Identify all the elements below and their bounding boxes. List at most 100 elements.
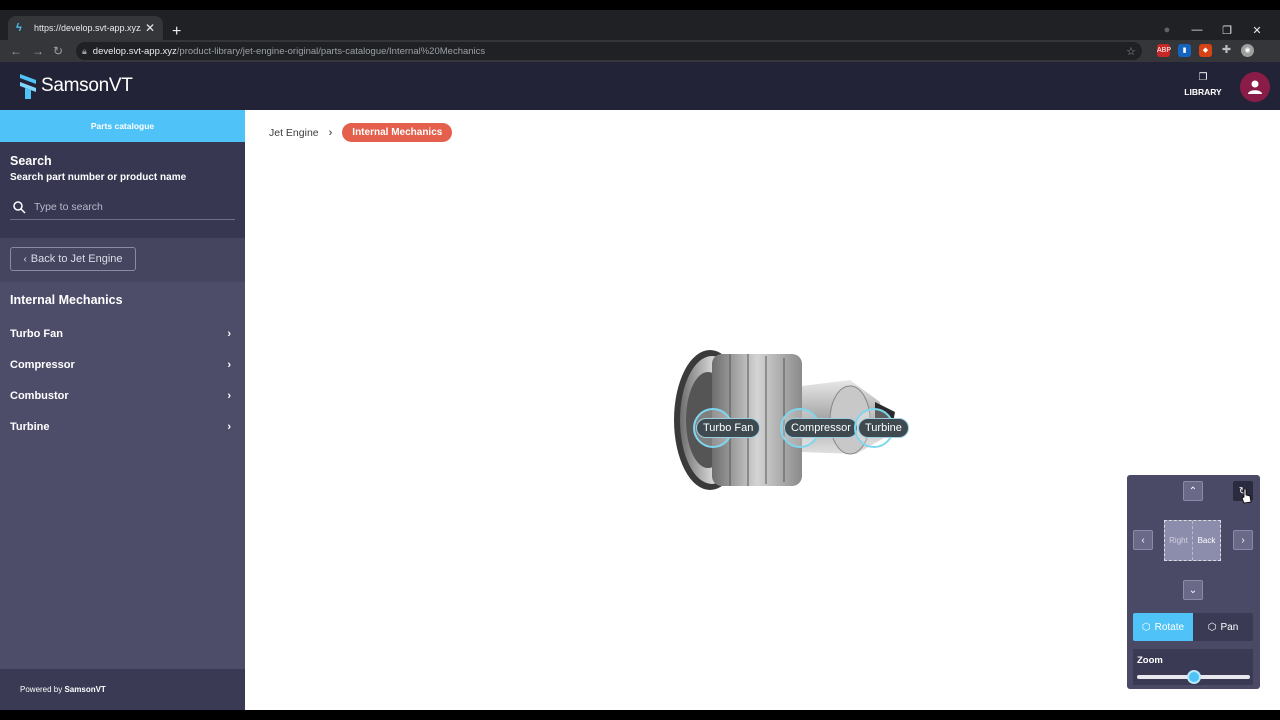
hotspot-turbine[interactable]: Turbine xyxy=(854,408,909,448)
window-controls: ● — ❐ ✕ xyxy=(1152,24,1272,37)
browser-tab-bar: ϟ https://develop.svt-app.xyz/prod ✕ + ●… xyxy=(0,10,1280,40)
hotspot-turbo-fan[interactable]: Turbo Fan xyxy=(693,408,761,448)
cube-face-right[interactable]: Right xyxy=(1165,521,1193,560)
breadcrumb-jet-engine[interactable]: Jet Engine xyxy=(269,127,319,139)
adblock-extension-icon[interactable]: ABP xyxy=(1157,44,1171,57)
section-title: Internal Mechanics xyxy=(10,293,123,307)
samsonvt-logo[interactable]: SamsonVT xyxy=(18,72,133,100)
footer-prefix: Powered by xyxy=(20,685,65,694)
library-button[interactable]: ❐ LIBRARY xyxy=(1180,72,1226,102)
samsonvt-logo-mark-icon xyxy=(20,74,36,99)
search-icon xyxy=(13,200,26,214)
back-arrow-icon[interactable]: ← xyxy=(10,44,22,58)
url-path: /product-library/jet-engine-original/par… xyxy=(176,45,486,57)
chevron-down-icon: ⌄ xyxy=(1188,584,1198,596)
pan-label: Pan xyxy=(1220,621,1239,633)
sidebar: Parts catalogue Search Search part numbe… xyxy=(0,110,245,710)
screen-bottom-bezel xyxy=(0,710,1280,720)
maximize-icon[interactable]: ❐ xyxy=(1212,24,1242,37)
sidebar-item-label: Compressor xyxy=(10,358,75,371)
view-cube[interactable]: Right Back xyxy=(1164,520,1221,561)
back-area: ‹ Back to Jet Engine xyxy=(0,238,245,282)
search-title: Search xyxy=(10,154,52,168)
footer-brand: SamsonVT xyxy=(64,685,106,694)
search-panel: Search Search part number or product nam… xyxy=(0,142,245,238)
rotate-mode-button[interactable]: ⬡ Rotate xyxy=(1133,613,1193,641)
cube-face-back[interactable]: Back xyxy=(1193,521,1220,560)
browser-tab[interactable]: ϟ https://develop.svt-app.xyz/prod ✕ xyxy=(8,16,163,40)
sidebar-item-compressor[interactable]: Compressor › xyxy=(0,349,245,380)
zoom-slider-thumb[interactable] xyxy=(1186,670,1201,684)
back-button-label: Back to Jet Engine xyxy=(30,253,123,265)
chevron-right-icon: › xyxy=(227,358,231,371)
extensions-row: ABP ▮ ◆ ✚ ◉ xyxy=(1157,44,1254,57)
rotate-left-button[interactable]: ‹ xyxy=(1133,530,1153,550)
library-label: LIBRARY xyxy=(1184,87,1222,97)
puzzle-extensions-icon[interactable]: ✚ xyxy=(1220,44,1233,57)
rotate-right-button[interactable]: › xyxy=(1233,530,1253,550)
address-bar[interactable]: 🔒︎ develop.svt-app.xyz/product-library/j… xyxy=(76,42,1142,60)
rotate-up-button[interactable]: ⌃ xyxy=(1183,481,1203,501)
sidebar-item-turbo-fan[interactable]: Turbo Fan › xyxy=(0,318,245,349)
sidebar-item-label: Turbo Fan xyxy=(10,327,63,340)
user-avatar[interactable] xyxy=(1240,72,1270,102)
mode-toggle: ⬡ Rotate ⬡ Pan xyxy=(1133,613,1253,641)
search-input[interactable] xyxy=(34,200,214,213)
rotate-label: Rotate xyxy=(1154,621,1185,633)
profile-dot-icon[interactable]: ● xyxy=(1152,24,1182,37)
rotate-down-button[interactable]: ⌄ xyxy=(1183,580,1203,600)
logo-text: SamsonVT xyxy=(41,75,133,96)
close-tab-icon[interactable]: ✕ xyxy=(145,21,155,35)
hotspot-label: Compressor xyxy=(784,418,858,438)
breadcrumb: Jet Engine › Internal Mechanics xyxy=(269,123,453,142)
reload-icon[interactable]: ↻ xyxy=(53,44,63,58)
zoom-control: Zoom xyxy=(1133,649,1253,685)
minimize-icon[interactable]: — xyxy=(1182,24,1212,37)
search-field[interactable] xyxy=(10,194,235,220)
url-host: develop.svt-app.xyz xyxy=(92,45,177,57)
bookmark-star-icon[interactable]: ☆ xyxy=(1126,45,1136,58)
breadcrumb-current: Internal Mechanics xyxy=(342,123,453,142)
zoom-label: Zoom xyxy=(1137,655,1163,666)
browser-toolbar: ← → ↻ 🔒︎ develop.svt-app.xyz/product-lib… xyxy=(0,40,1280,62)
browser-tab-title: https://develop.svt-app.xyz/prod xyxy=(34,23,141,33)
search-subtitle: Search part number or product name xyxy=(10,172,187,183)
tab-parts-catalogue[interactable]: Parts catalogue xyxy=(0,110,245,142)
extension-icon[interactable]: ◆ xyxy=(1199,44,1212,57)
screen-top-bezel xyxy=(0,0,1280,10)
extension-icon[interactable]: ▮ xyxy=(1178,44,1191,57)
lock-icon: 🔒︎ xyxy=(82,45,87,56)
main-viewer[interactable]: Jet Engine › Internal Mechanics Turbo Fa… xyxy=(245,110,1280,710)
chevron-right-icon: › xyxy=(227,327,231,340)
powered-by-footer: Powered by SamsonVT xyxy=(0,669,245,710)
chevron-right-icon: › xyxy=(1241,534,1245,546)
chevron-right-icon: › xyxy=(227,389,231,402)
sidebar-item-combustor[interactable]: Combustor › xyxy=(0,380,245,411)
hotspot-compressor[interactable]: Compressor xyxy=(780,408,858,448)
sidebar-item-label: Turbine xyxy=(10,420,50,433)
sidebar-item-turbine[interactable]: Turbine › xyxy=(0,411,245,442)
hand-cursor-icon xyxy=(1241,488,1252,504)
cube-rotate-icon: ⬡ xyxy=(1141,621,1151,633)
chevron-left-icon: ‹ xyxy=(1141,534,1145,546)
zoom-slider-track[interactable] xyxy=(1137,670,1250,684)
samsonvt-favicon-icon: ϟ xyxy=(16,22,22,34)
forward-arrow-icon[interactable]: → xyxy=(32,44,44,58)
profile-avatar-icon[interactable]: ◉ xyxy=(1241,44,1254,57)
chevron-up-icon: ⌃ xyxy=(1188,485,1198,497)
back-to-jet-engine-button[interactable]: ‹ Back to Jet Engine xyxy=(10,247,136,271)
new-tab-button[interactable]: + xyxy=(172,24,181,40)
pan-mode-button[interactable]: ⬡ Pan xyxy=(1193,613,1253,641)
close-window-icon[interactable]: ✕ xyxy=(1242,24,1272,37)
library-icon: ❐ xyxy=(1198,72,1208,83)
chevron-left-icon: ‹ xyxy=(23,253,27,265)
hotspot-label: Turbo Fan xyxy=(696,418,761,438)
hotspot-label: Turbine xyxy=(858,418,909,438)
user-icon xyxy=(1248,80,1262,94)
cube-pan-icon: ⬡ xyxy=(1207,621,1217,633)
sidebar-item-label: Combustor xyxy=(10,389,69,402)
chevron-right-icon: › xyxy=(227,420,231,433)
chevron-right-icon: › xyxy=(328,126,333,139)
viewer-control-panel: ⌃ ↻ ‹ Right Back › ⌄ ⬡ Rotate ⬡ Pan Zoom xyxy=(1127,475,1260,689)
parts-nav-list: Turbo Fan › Compressor › Combustor › Tur… xyxy=(0,318,245,442)
